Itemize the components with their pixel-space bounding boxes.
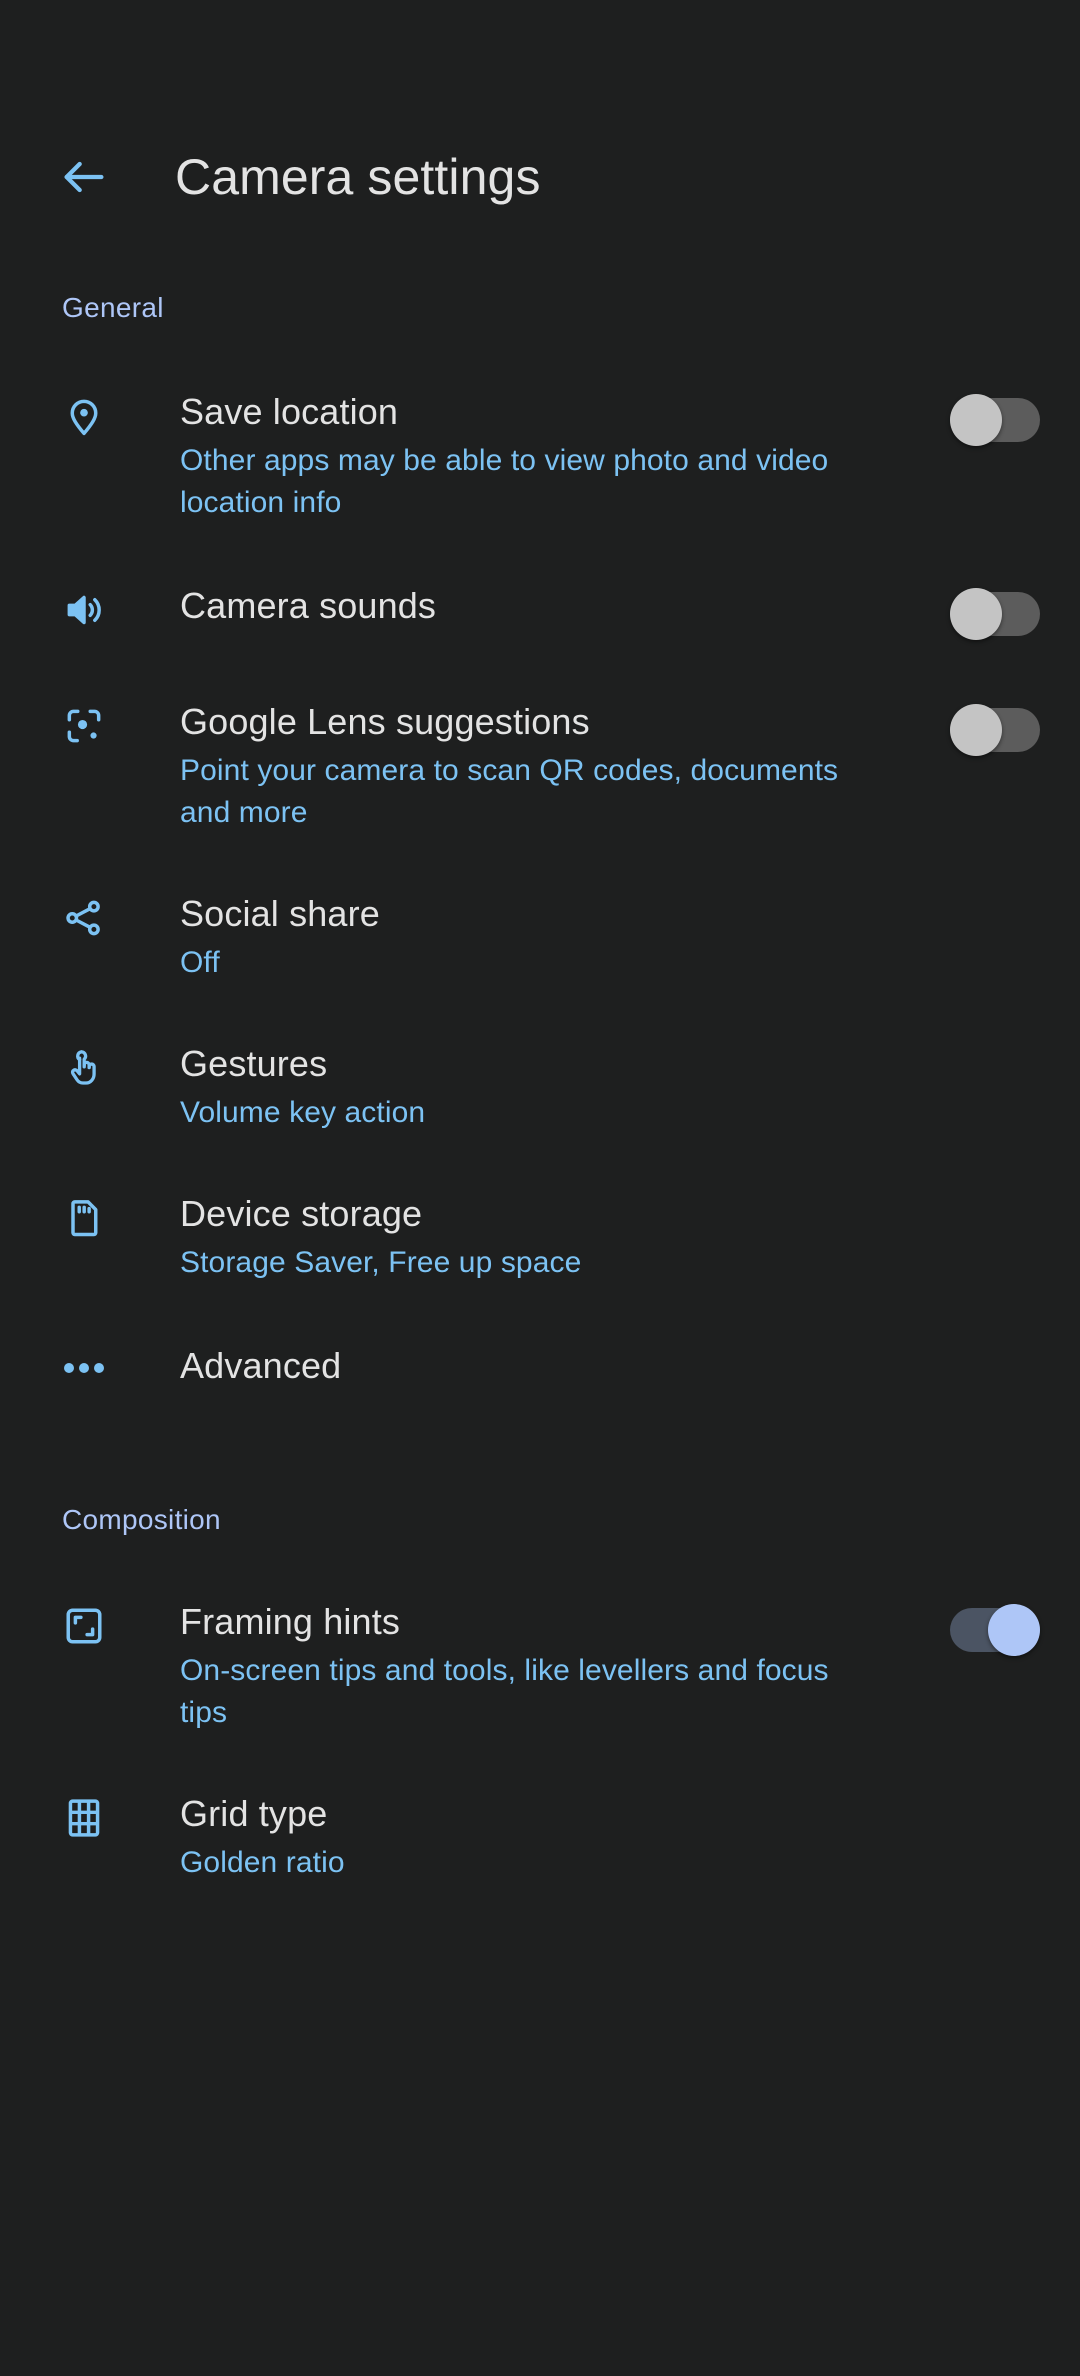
sd-card-icon xyxy=(62,1192,118,1240)
setting-subtitle: On-screen tips and tools, like levellers… xyxy=(180,1654,829,1729)
setting-row-social-share[interactable]: Social share Off xyxy=(0,892,1080,984)
setting-subtitle: Storage Saver, Free up space xyxy=(180,1246,582,1279)
setting-title: Device storage xyxy=(180,1193,423,1234)
setting-row-advanced[interactable]: Advanced xyxy=(0,1344,1080,1388)
section-header-general: General xyxy=(62,292,164,323)
toggle-thumb xyxy=(950,704,1002,756)
setting-subtitle: Other apps may be able to view photo and… xyxy=(180,444,829,519)
toggle-thumb xyxy=(950,394,1002,446)
setting-text-save-location: Save location Other apps may be able to … xyxy=(118,390,940,524)
setting-text-camera-sounds: Camera sounds xyxy=(118,584,940,628)
setting-title: Gestures xyxy=(180,1043,328,1084)
camera-settings-screen: Camera settings General Save location Ot… xyxy=(0,92,1080,2376)
app-bar: Camera settings xyxy=(0,92,1080,262)
setting-title: Advanced xyxy=(180,1345,342,1386)
setting-text-device-storage: Device storage Storage Saver, Free up sp… xyxy=(118,1192,1040,1284)
more-horizontal-icon xyxy=(62,1344,118,1378)
setting-subtitle: Off xyxy=(180,946,220,979)
arrow-left-icon xyxy=(58,151,110,203)
setting-title: Google Lens suggestions xyxy=(180,701,590,742)
back-button[interactable] xyxy=(48,141,120,213)
setting-row-gestures[interactable]: Gestures Volume key action xyxy=(0,1042,1080,1134)
toggle-thumb xyxy=(950,588,1002,640)
setting-text-gestures: Gestures Volume key action xyxy=(118,1042,1040,1134)
setting-subtitle: Golden ratio xyxy=(180,1846,345,1879)
toggle-save-location[interactable] xyxy=(950,394,1040,446)
toggle-google-lens-suggestions[interactable] xyxy=(950,704,1040,756)
setting-title: Grid type xyxy=(180,1793,328,1834)
setting-text-framing-hints: Framing hints On-screen tips and tools, … xyxy=(118,1600,940,1734)
setting-title: Save location xyxy=(180,391,399,432)
setting-text-social-share: Social share Off xyxy=(118,892,1040,984)
setting-row-camera-sounds[interactable]: Camera sounds xyxy=(0,584,1080,640)
setting-text-google-lens-suggestions: Google Lens suggestions Point your camer… xyxy=(118,700,940,834)
toggle-framing-hints[interactable] xyxy=(950,1604,1040,1656)
setting-title: Camera sounds xyxy=(180,585,437,626)
setting-row-device-storage[interactable]: Device storage Storage Saver, Free up sp… xyxy=(0,1192,1080,1284)
setting-title: Framing hints xyxy=(180,1601,401,1642)
setting-row-save-location[interactable]: Save location Other apps may be able to … xyxy=(0,390,1080,524)
location-pin-icon xyxy=(62,390,118,438)
toggle-camera-sounds[interactable] xyxy=(950,588,1040,640)
setting-title: Social share xyxy=(180,893,380,934)
volume-up-icon xyxy=(62,584,118,632)
toggle-thumb xyxy=(988,1604,1040,1656)
setting-row-grid-type[interactable]: Grid type Golden ratio xyxy=(0,1792,1080,1884)
framing-hints-icon xyxy=(62,1600,118,1648)
page-title: Camera settings xyxy=(175,149,541,205)
setting-row-framing-hints[interactable]: Framing hints On-screen tips and tools, … xyxy=(0,1600,1080,1734)
touch-gesture-icon xyxy=(62,1042,118,1090)
section-header-composition: Composition xyxy=(62,1504,221,1535)
setting-text-advanced: Advanced xyxy=(118,1344,1040,1388)
share-icon xyxy=(62,892,118,940)
grid-icon xyxy=(62,1792,118,1840)
setting-subtitle: Point your camera to scan QR codes, docu… xyxy=(180,754,839,829)
setting-row-google-lens-suggestions[interactable]: Google Lens suggestions Point your camer… xyxy=(0,700,1080,834)
lens-scan-icon xyxy=(62,700,118,748)
setting-subtitle: Volume key action xyxy=(180,1096,426,1129)
setting-text-grid-type: Grid type Golden ratio xyxy=(118,1792,1040,1884)
